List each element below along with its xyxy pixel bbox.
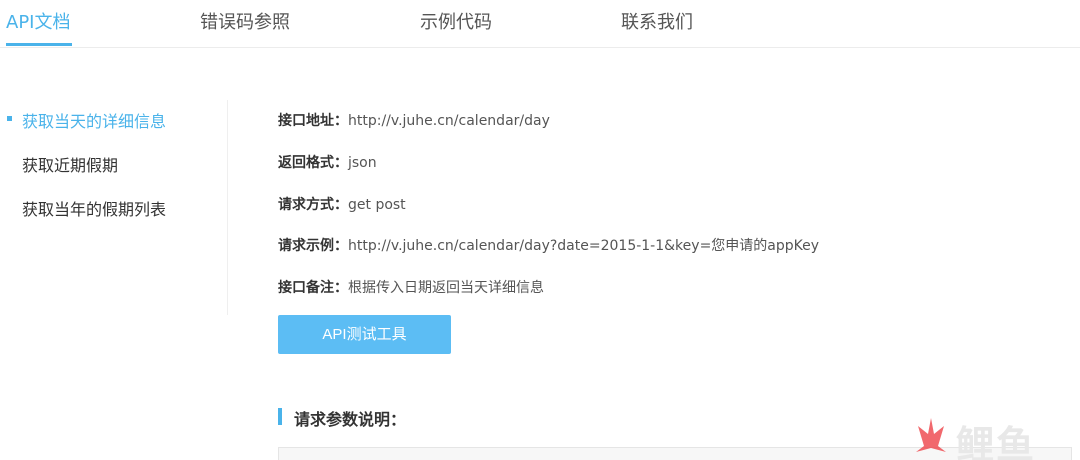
info-label: 接口地址： — [278, 113, 348, 129]
info-row-format: 返回格式：json — [278, 152, 377, 172]
info-value: http://v.juhe.cn/calendar/day?date=2015-… — [348, 238, 820, 254]
tab-error-codes[interactable]: 错误码参照 — [200, 8, 290, 34]
section-accent-bar — [278, 408, 282, 425]
flame-icon — [916, 418, 946, 452]
info-label: 请求方式： — [278, 197, 348, 213]
info-row-endpoint: 接口地址：http://v.juhe.cn/calendar/day — [278, 110, 550, 130]
info-value: 根据传入日期返回当天详细信息 — [348, 280, 544, 296]
info-label: 返回格式： — [278, 155, 348, 171]
top-tab-bar: API文档 错误码参照 示例代码 联系我们 — [0, 0, 1080, 48]
watermark-logo: 鲤鱼 — [908, 412, 1058, 460]
api-test-tool-button[interactable]: API测试工具 — [278, 315, 451, 354]
sidebar-item-year-holidays[interactable]: 获取当年的假期列表 — [22, 196, 166, 220]
info-value: get post — [348, 197, 406, 213]
tab-contact-us[interactable]: 联系我们 — [621, 8, 693, 34]
info-row-remark: 接口备注：根据传入日期返回当天详细信息 — [278, 277, 544, 297]
tab-sample-code[interactable]: 示例代码 — [420, 8, 492, 34]
sidebar-item-recent-holidays[interactable]: 获取近期假期 — [22, 152, 118, 176]
info-label: 接口备注： — [278, 280, 348, 296]
info-value: json — [348, 155, 377, 171]
watermark-text: 鲤鱼 — [956, 423, 1037, 460]
info-value: http://v.juhe.cn/calendar/day — [348, 113, 550, 129]
tab-api-docs[interactable]: API文档 — [6, 8, 70, 34]
info-row-method: 请求方式：get post — [278, 194, 406, 214]
info-label: 请求示例： — [278, 238, 348, 254]
active-tab-underline — [6, 43, 72, 46]
section-title-request-params: 请求参数说明： — [294, 410, 407, 429]
sidebar: 获取当天的详细信息 获取近期假期 获取当年的假期列表 — [0, 100, 228, 315]
info-row-example: 请求示例：http://v.juhe.cn/calendar/day?date=… — [278, 235, 819, 255]
sidebar-item-today-details[interactable]: 获取当天的详细信息 — [22, 108, 166, 132]
